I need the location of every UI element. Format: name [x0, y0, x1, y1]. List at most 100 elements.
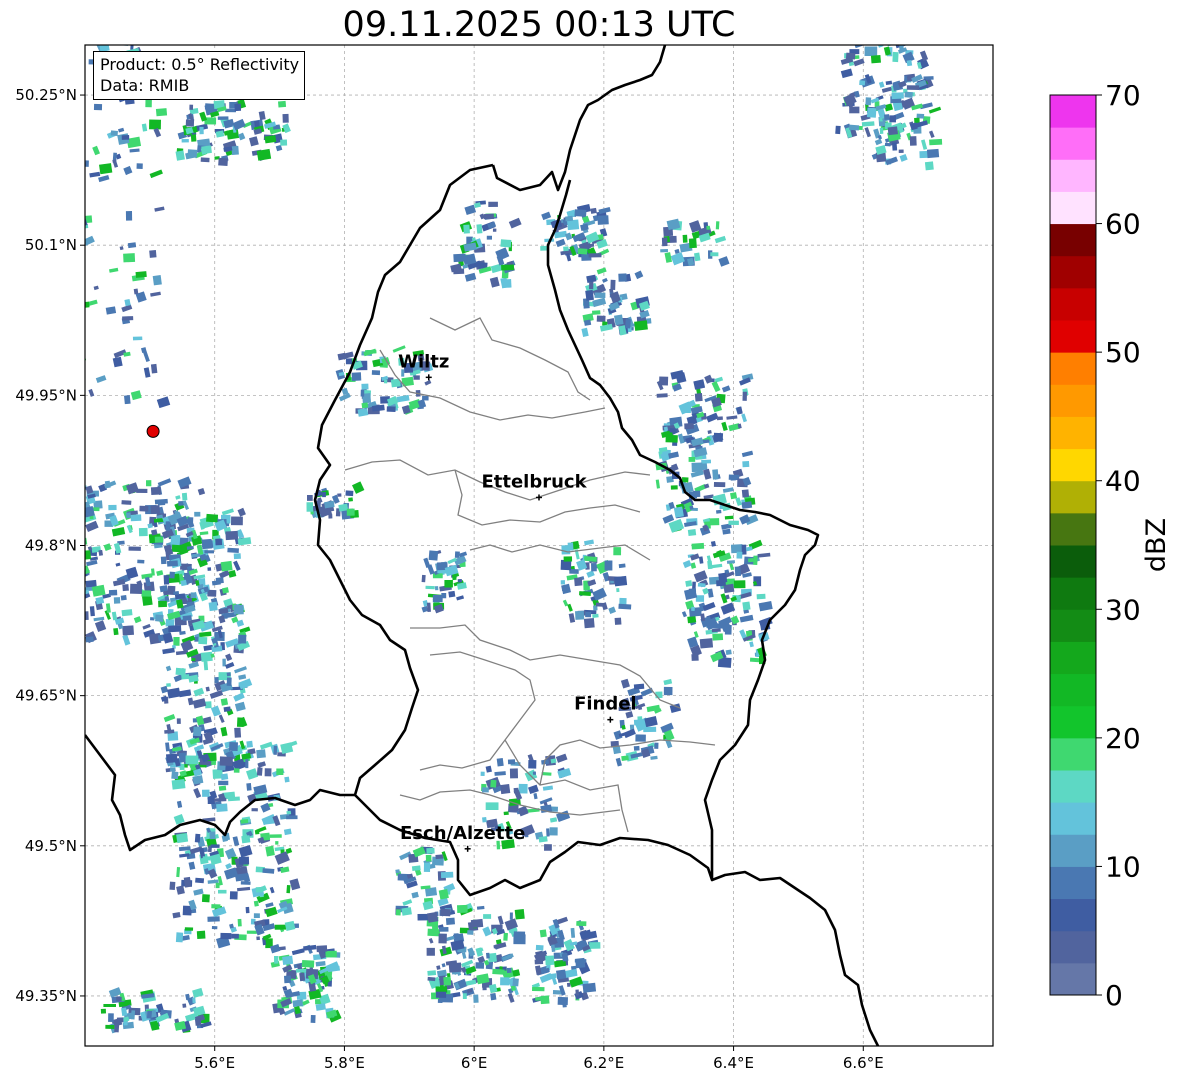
- echo-cell: [256, 749, 266, 759]
- echo-cell: [310, 1015, 316, 1023]
- echo-cell: [64, 636, 76, 647]
- colorbar-swatch: [1050, 255, 1096, 289]
- echo-cell: [189, 104, 194, 110]
- echo-cell: [299, 972, 306, 982]
- echo-cell: [142, 595, 153, 606]
- echo-cell: [432, 594, 443, 603]
- echo-cell: [42, 617, 46, 622]
- echo-cell: [138, 527, 148, 537]
- echo-cell: [182, 615, 192, 621]
- echo-cell: [438, 888, 449, 900]
- echo-cell: [567, 542, 574, 551]
- echo-cell: [136, 163, 143, 169]
- echo-cell: [190, 134, 197, 142]
- echo-cell: [245, 906, 250, 914]
- echo-cell: [604, 560, 613, 571]
- echo-cell: [709, 518, 720, 526]
- echo-cell: [845, 52, 856, 60]
- colorbar-swatch: [1050, 802, 1096, 835]
- echo-cell: [496, 758, 504, 767]
- echo-cell: [741, 489, 750, 498]
- colorbar-label: dBZ: [1141, 518, 1172, 572]
- lon-tick-label: 5.8°E: [324, 1054, 365, 1072]
- echo-cell: [238, 634, 247, 644]
- echo-cell: [633, 745, 640, 751]
- echo-cell: [427, 976, 436, 982]
- echo-cell: [423, 862, 431, 873]
- echo-cell: [592, 310, 601, 315]
- echo-cell: [507, 759, 516, 765]
- echo-cell: [445, 917, 455, 925]
- echo-cell: [532, 771, 537, 775]
- echo-cell: [614, 575, 628, 587]
- echo-cell: [501, 279, 512, 288]
- echo-cell: [560, 580, 565, 585]
- echo-cell: [229, 891, 238, 900]
- echo-cell: [733, 580, 746, 589]
- echo-cell: [345, 358, 353, 365]
- echo-cell: [123, 253, 136, 263]
- echo-cell: [549, 827, 558, 836]
- echo-cell: [237, 918, 242, 927]
- echo-cell: [561, 952, 569, 962]
- echo-cell: [870, 0, 878, 3]
- echo-cell: [663, 686, 673, 696]
- echo-cell: [462, 993, 467, 1000]
- echo-cell: [215, 882, 220, 889]
- echo-cell: [99, 163, 113, 175]
- echo-cell: [669, 428, 677, 433]
- echo-cell: [901, 30, 906, 36]
- echo-cell: [490, 992, 497, 1001]
- echo-cell: [724, 515, 734, 520]
- echo-cell: [699, 638, 714, 649]
- colorbar-tick-label: 40: [1105, 465, 1141, 498]
- echo-cell: [579, 591, 591, 596]
- radar-site-marker: [146, 424, 160, 438]
- echo-cell: [902, 5, 909, 11]
- echo-cell: [181, 138, 189, 143]
- echo-cell: [53, 177, 63, 186]
- echo-cell: [877, 8, 884, 18]
- echo-cell: [255, 886, 264, 893]
- echo-cell: [481, 787, 489, 793]
- colorbar-swatch: [1050, 287, 1096, 321]
- echo-cell: [665, 434, 678, 443]
- echo-cell: [49, 24, 52, 28]
- echo-cell: [176, 718, 181, 724]
- echo-cell: [103, 1003, 117, 1007]
- echo-cell: [234, 727, 242, 738]
- echo-cell: [427, 970, 437, 976]
- echo-cell: [486, 235, 492, 240]
- echo-cell: [137, 27, 143, 35]
- echo-cell: [105, 13, 113, 19]
- echo-cell: [689, 607, 702, 617]
- echo-cell: [62, 611, 68, 617]
- echo-cell: [225, 108, 236, 113]
- echo-cell: [887, 0, 894, 10]
- echo-cell: [707, 429, 712, 434]
- echo-cell: [233, 553, 241, 560]
- echo-cell: [685, 580, 693, 587]
- echo-cell: [220, 560, 233, 572]
- echo-cell: [684, 422, 694, 430]
- echo-cell: [163, 575, 170, 585]
- echo-cell: [443, 976, 452, 986]
- echo-cell: [61, 320, 68, 325]
- echo-cell: [691, 542, 705, 550]
- echo-cell: [105, 1024, 115, 1029]
- echo-cell: [75, 522, 83, 528]
- echo-cell: [35, 29, 41, 38]
- echo-cell: [126, 512, 131, 519]
- echo-cell: [236, 717, 244, 728]
- echo-cell: [218, 785, 227, 791]
- echo-cell: [108, 1013, 114, 1022]
- dbz-colorbar: 0 10 20 30 40 50 60 70 dBZ: [1049, 85, 1172, 1012]
- echo-cell: [585, 611, 592, 618]
- colorbar-tick-label: 50: [1105, 336, 1141, 369]
- echo-cell: [67, 264, 79, 271]
- echo-cell: [588, 253, 602, 258]
- echo-cell: [89, 606, 95, 617]
- colorbar-ticks: 0 10 20 30 40 50 60 70: [1096, 85, 1141, 1012]
- echo-cell: [889, 115, 896, 123]
- echo-cell: [682, 234, 688, 243]
